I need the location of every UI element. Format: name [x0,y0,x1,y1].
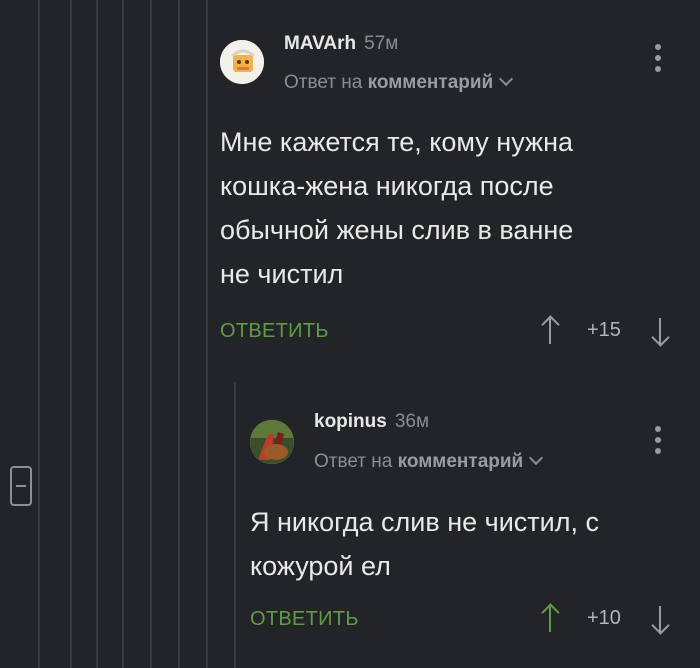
chevron-down-icon[interactable] [529,450,544,466]
comment-text-line: кожурой ел [250,551,391,581]
comment: kopinus 36м Ответ на комментарий Я никогд… [0,0,700,668]
vote-controls: +10 [540,603,675,635]
timestamp: 36м [394,411,430,432]
comment-text: Я никогда слив не чистил, с кожурой ел [250,500,599,588]
score: +10 [587,607,621,629]
username[interactable]: kopinus 36м [314,411,429,433]
downvote-arrow-icon[interactable] [650,604,670,635]
upvote-arrow-icon[interactable] [540,603,560,634]
reply-to-target[interactable]: комментарий [398,451,524,472]
reply-button[interactable]: ОТВЕТИТЬ [250,608,359,631]
reply-to-link[interactable]: Ответ на комментарий [314,450,544,473]
avatar[interactable] [250,420,294,464]
kebab-menu-icon[interactable] [654,426,662,456]
username-text[interactable]: kopinus [314,411,387,432]
avatar-image [250,420,294,464]
reply-to-prefix: Ответ на [314,451,393,472]
comment-text-line: Я никогда слив не чистил, с [250,507,599,537]
